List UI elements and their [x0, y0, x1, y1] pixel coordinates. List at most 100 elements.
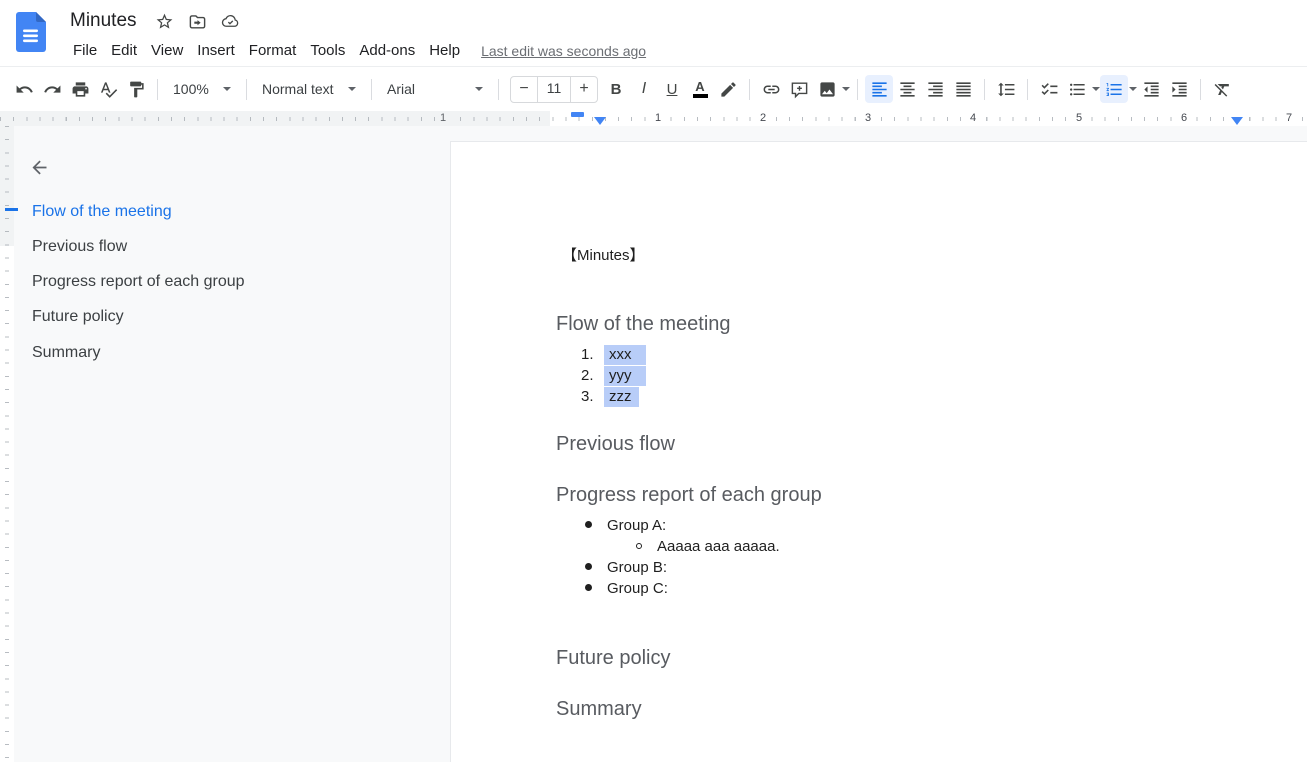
- ruler-label: 7: [1283, 111, 1295, 126]
- print-button[interactable]: [66, 75, 94, 103]
- numbered-list-item[interactable]: 1.xxx: [556, 344, 646, 365]
- toolbar-separator: [157, 79, 158, 100]
- outline-item-previous-flow[interactable]: Previous flow: [32, 236, 127, 258]
- content-area: Flow of the meeting Previous flow Progre…: [0, 126, 1307, 762]
- paint-format-button[interactable]: [122, 75, 150, 103]
- toolbar-separator: [1200, 79, 1201, 100]
- menu-help[interactable]: Help: [422, 39, 467, 62]
- doc-intro-line[interactable]: 【Minutes】: [562, 245, 645, 266]
- save-status-cloud-icon[interactable]: [221, 12, 240, 31]
- bullet-marker: [585, 521, 592, 528]
- italic-button[interactable]: I: [630, 75, 658, 103]
- align-left-button[interactable]: [865, 75, 893, 103]
- add-comment-button[interactable]: [785, 75, 813, 103]
- chevron-down-icon: [223, 87, 231, 91]
- bullet-list-item[interactable]: Group C:: [585, 578, 668, 599]
- selected-text[interactable]: zzz: [604, 387, 639, 407]
- toolbar: 100% Normal text Arial − 11 + B I U A: [0, 66, 1307, 111]
- font-size-field[interactable]: 11: [537, 76, 571, 103]
- text-color-button[interactable]: A: [686, 75, 714, 103]
- paragraph-style-select[interactable]: Normal text: [254, 77, 364, 101]
- doc-heading-future[interactable]: Future policy: [556, 645, 671, 671]
- increase-font-size-button[interactable]: +: [571, 80, 597, 98]
- font-family-select[interactable]: Arial: [379, 77, 491, 101]
- checklist-button[interactable]: [1035, 75, 1063, 103]
- spell-check-button[interactable]: [94, 75, 122, 103]
- highlight-color-button[interactable]: [714, 75, 742, 103]
- zoom-select[interactable]: 100%: [165, 77, 239, 101]
- increase-indent-button[interactable]: [1165, 75, 1193, 103]
- list-number: 1.: [556, 344, 604, 365]
- doc-heading-summary[interactable]: Summary: [556, 696, 642, 722]
- outline-item-progress-report[interactable]: Progress report of each group: [32, 271, 245, 293]
- doc-heading-flow[interactable]: Flow of the meeting: [556, 311, 731, 337]
- insert-image-button[interactable]: [813, 75, 841, 103]
- menu-view[interactable]: View: [144, 39, 190, 62]
- bullet-list-item[interactable]: Group A:: [585, 515, 666, 536]
- align-justify-button[interactable]: [949, 75, 977, 103]
- app-header: Minutes File Edit View Insert Format Too…: [0, 0, 1307, 66]
- bold-button[interactable]: B: [602, 75, 630, 103]
- ruler-label: 5: [1073, 111, 1085, 126]
- doc-heading-progress[interactable]: Progress report of each group: [556, 482, 822, 508]
- menu-bar: File Edit View Insert Format Tools Add-o…: [66, 39, 646, 62]
- star-icon[interactable]: [155, 12, 174, 31]
- toolbar-separator: [246, 79, 247, 100]
- ruler-label: 4: [967, 111, 979, 126]
- menu-insert[interactable]: Insert: [190, 39, 242, 62]
- ruler-label: 2: [757, 111, 769, 126]
- list-number: 2.: [556, 365, 604, 386]
- menu-file[interactable]: File: [66, 39, 104, 62]
- first-line-indent-marker[interactable]: [571, 112, 584, 117]
- bullet-marker: [636, 543, 642, 549]
- align-right-button[interactable]: [921, 75, 949, 103]
- document-page[interactable]: 【Minutes】 Flow of the meeting 1.xxx 2.yy…: [450, 141, 1307, 762]
- right-indent-marker[interactable]: [1231, 117, 1243, 125]
- selected-text[interactable]: xxx: [604, 345, 646, 365]
- google-docs-logo-icon[interactable]: [16, 12, 46, 52]
- menu-format[interactable]: Format: [242, 39, 304, 62]
- outline-item-flow-of-the-meeting[interactable]: Flow of the meeting: [32, 201, 172, 223]
- decrease-font-size-button[interactable]: −: [511, 80, 537, 98]
- bullet-list-subitem[interactable]: Aaaaa aaa aaaaa.: [636, 536, 780, 557]
- menu-addons[interactable]: Add-ons: [352, 39, 422, 62]
- ruler-label: 6: [1178, 111, 1190, 126]
- insert-link-button[interactable]: [757, 75, 785, 103]
- bulleted-list-caret[interactable]: [1092, 87, 1100, 91]
- bullet-marker: [585, 563, 592, 570]
- line-spacing-button[interactable]: [992, 75, 1020, 103]
- font-size-control: − 11 +: [510, 76, 598, 103]
- undo-button[interactable]: [10, 75, 38, 103]
- last-edit-link[interactable]: Last edit was seconds ago: [481, 43, 646, 59]
- numbered-list-button[interactable]: [1100, 75, 1128, 103]
- underline-button[interactable]: U: [658, 75, 686, 103]
- numbered-list-item[interactable]: 3.zzz: [556, 386, 639, 407]
- document-title[interactable]: Minutes: [66, 8, 141, 34]
- selected-text[interactable]: yyy: [604, 366, 646, 386]
- image-options-caret[interactable]: [842, 87, 850, 91]
- decrease-indent-button[interactable]: [1137, 75, 1165, 103]
- bulleted-list-button[interactable]: [1063, 75, 1091, 103]
- arrow-back-icon: [29, 157, 50, 178]
- bullet-marker: [585, 584, 592, 591]
- menu-edit[interactable]: Edit: [104, 39, 144, 62]
- ruler-label: 1: [652, 111, 664, 126]
- align-center-button[interactable]: [893, 75, 921, 103]
- outline-item-summary[interactable]: Summary: [32, 342, 100, 364]
- numbered-list-caret[interactable]: [1129, 87, 1137, 91]
- vertical-ruler-ticks: [5, 126, 9, 762]
- horizontal-ruler: 1 1 2 3 4 5 6 7: [0, 111, 1307, 126]
- ruler-label: 1: [437, 111, 449, 126]
- doc-heading-previous[interactable]: Previous flow: [556, 431, 675, 457]
- bullet-list-item[interactable]: Group B:: [585, 557, 667, 578]
- menu-tools[interactable]: Tools: [303, 39, 352, 62]
- toolbar-separator: [371, 79, 372, 100]
- clear-formatting-button[interactable]: [1208, 75, 1236, 103]
- close-outline-button[interactable]: [26, 154, 52, 180]
- move-to-folder-icon[interactable]: [188, 12, 207, 31]
- outline-item-future-policy[interactable]: Future policy: [32, 306, 124, 328]
- numbered-list-item[interactable]: 2.yyy: [556, 365, 646, 386]
- toolbar-separator: [984, 79, 985, 100]
- left-indent-marker[interactable]: [594, 117, 606, 125]
- redo-button[interactable]: [38, 75, 66, 103]
